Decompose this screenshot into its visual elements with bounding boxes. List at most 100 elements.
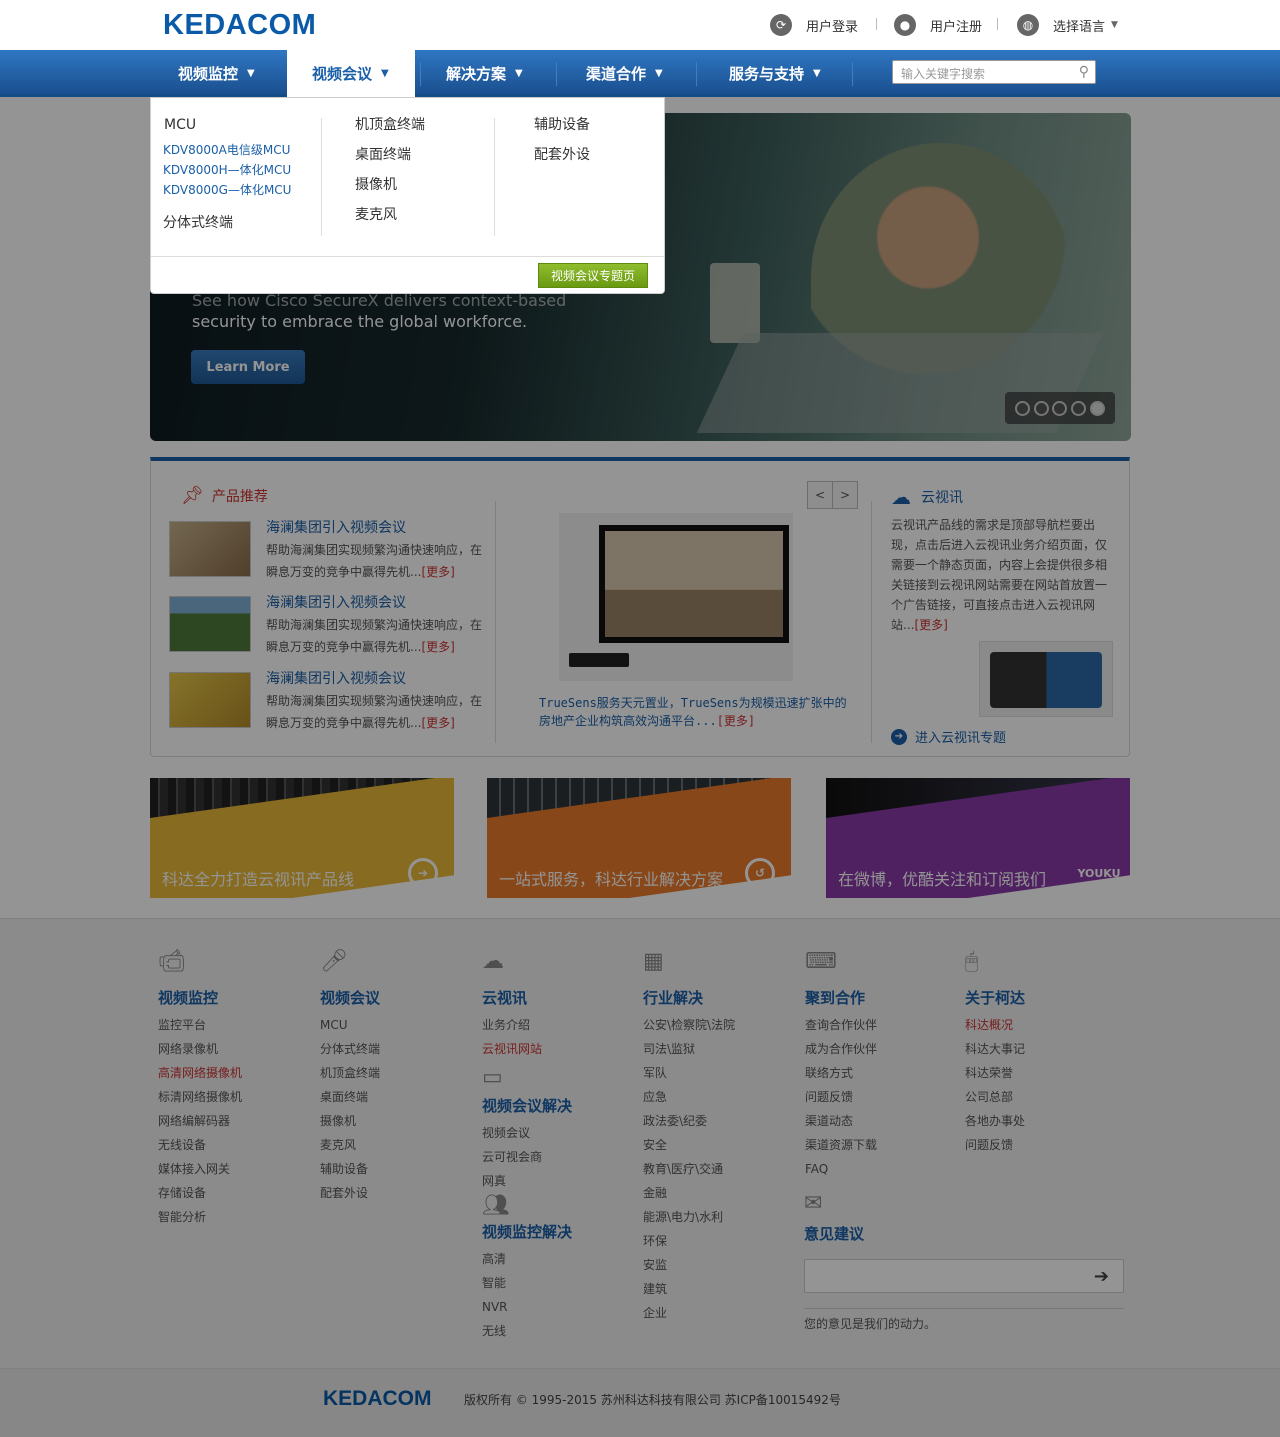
footer-link[interactable]: 网络录像机 xyxy=(158,1037,318,1061)
footer-link[interactable]: NVR xyxy=(482,1295,642,1319)
dropdown-item[interactable]: 分体式终端 xyxy=(163,208,291,238)
feature-caption[interactable]: TrueSens服务天元置业，TrueSens为规模迅速扩张中的房地产企业构筑高… xyxy=(539,694,849,730)
footer-heading[interactable]: 视频监控 xyxy=(158,987,318,1013)
footer-link[interactable]: 问题反馈 xyxy=(805,1085,965,1109)
slide-dot[interactable] xyxy=(1033,400,1049,416)
footer-link[interactable]: 查询合作伙伴 xyxy=(805,1013,965,1037)
nav-support[interactable]: 服务与支持 ▼ xyxy=(729,50,821,97)
dropdown-item[interactable]: 桌面终端 xyxy=(355,140,425,170)
dropdown-item[interactable]: 辅助设备 xyxy=(534,110,590,140)
footer-link[interactable]: 建筑 xyxy=(643,1277,803,1301)
footer-link[interactable]: 公司总部 xyxy=(965,1085,1125,1109)
footer-link[interactable]: 科达概况 xyxy=(965,1013,1125,1037)
more-link[interactable]: [更多] xyxy=(914,618,947,632)
language-select[interactable]: ◍ 选择语言 ▼ xyxy=(1017,14,1118,36)
footer-link[interactable]: 高清 xyxy=(482,1247,642,1271)
footer-link[interactable]: 司法\监狱 xyxy=(643,1037,803,1061)
list-item[interactable]: 海澜集团引入视频会议 帮助海澜集团实现频繁沟通快速响应，在瞬息万变的竞争中赢得先… xyxy=(169,517,482,579)
footer-link[interactable]: 无线设备 xyxy=(158,1133,318,1157)
footer-link[interactable]: 成为合作伙伴 xyxy=(805,1037,965,1061)
footer-link[interactable]: 企业 xyxy=(643,1301,803,1325)
more-link[interactable]: [更多] xyxy=(421,640,454,654)
list-item[interactable]: 海澜集团引入视频会议 帮助海澜集团实现频繁沟通快速响应，在瞬息万变的竞争中赢得先… xyxy=(169,592,482,654)
nav-channel[interactable]: 渠道合作 ▼ xyxy=(586,50,663,97)
search-icon[interactable]: ⚲ xyxy=(1079,64,1089,80)
footer-link[interactable]: 网络编解码器 xyxy=(158,1109,318,1133)
video-conference-topic-button[interactable]: 视频会议专题页 xyxy=(538,263,648,288)
footer-link[interactable]: FAQ xyxy=(805,1157,965,1181)
footer-link[interactable]: 渠道动态 xyxy=(805,1109,965,1133)
feature-image[interactable] xyxy=(559,513,793,681)
footer-heading[interactable]: 视频监控解决 xyxy=(482,1221,642,1247)
footer-link[interactable]: 军队 xyxy=(643,1061,803,1085)
footer-link[interactable]: 环保 xyxy=(643,1229,803,1253)
footer-link[interactable]: 各地办事处 xyxy=(965,1109,1125,1133)
footer-link[interactable]: 无线 xyxy=(482,1319,642,1343)
footer-link[interactable]: 视频会议 xyxy=(482,1121,642,1145)
news-title[interactable]: 海澜集团引入视频会议 xyxy=(266,668,406,688)
search-input[interactable]: 输入关键字搜索 ⚲ xyxy=(892,60,1096,84)
footer-link[interactable]: 教育\医疗\交通 xyxy=(643,1157,803,1181)
footer-link[interactable]: 智能 xyxy=(482,1271,642,1295)
news-title[interactable]: 海澜集团引入视频会议 xyxy=(266,592,406,612)
footer-link[interactable]: 配套外设 xyxy=(320,1181,480,1205)
footer-link[interactable]: 能源\电力\水利 xyxy=(643,1205,803,1229)
footer-link[interactable]: 高清网络摄像机 xyxy=(158,1061,318,1085)
footer-link[interactable]: 桌面终端 xyxy=(320,1085,480,1109)
footer-link[interactable]: 安监 xyxy=(643,1253,803,1277)
login-link[interactable]: ⟳ 用户登录 xyxy=(770,14,858,36)
footer-link[interactable]: 应急 xyxy=(643,1085,803,1109)
slide-dot[interactable] xyxy=(1052,400,1068,416)
footer-heading[interactable]: 视频会议解决 xyxy=(482,1095,642,1121)
arrow-right-icon[interactable]: ➔ xyxy=(1094,1266,1109,1287)
footer-link[interactable]: 科达荣誉 xyxy=(965,1061,1125,1085)
feedback-input[interactable]: ➔ xyxy=(804,1259,1124,1293)
footer-heading[interactable]: 云视讯 xyxy=(482,987,642,1013)
footer-link[interactable]: 云可视会商 xyxy=(482,1145,642,1169)
footer-link[interactable]: 监控平台 xyxy=(158,1013,318,1037)
list-item[interactable]: 海澜集团引入视频会议 帮助海澜集团实现频繁沟通快速响应，在瞬息万变的竞争中赢得先… xyxy=(169,668,482,730)
footer-link[interactable]: 标清网络摄像机 xyxy=(158,1085,318,1109)
footer-link[interactable]: 问题反馈 xyxy=(965,1133,1125,1157)
dropdown-subitem[interactable]: KDV8000A电信级MCU xyxy=(163,140,291,160)
footer-link[interactable]: 摄像机 xyxy=(320,1109,480,1133)
cloud-topic-link[interactable]: ➔ 进入云视讯专题 xyxy=(891,727,1006,746)
slide-dot-active[interactable] xyxy=(1090,400,1106,416)
nav-video-conference[interactable]: 视频会议 ▼ xyxy=(287,50,415,97)
dropdown-item[interactable]: 机顶盒终端 xyxy=(355,110,425,140)
dropdown-subitem[interactable]: KDV8000H—体化MCU xyxy=(163,160,291,180)
footer-link[interactable]: 政法委\纪委 xyxy=(643,1109,803,1133)
footer-heading[interactable]: 关于柯达 xyxy=(965,987,1125,1013)
footer-link[interactable]: 媒体接入网关 xyxy=(158,1157,318,1181)
nav-video-surveillance[interactable]: 视频监控 ▼ xyxy=(178,50,255,97)
slide-dot[interactable] xyxy=(1071,400,1087,416)
footer-link[interactable]: 云视讯网站 xyxy=(482,1037,642,1061)
logo[interactable]: KEDACOM xyxy=(163,9,316,42)
news-thumbnail[interactable] xyxy=(169,672,251,728)
dropdown-item[interactable]: 配套外设 xyxy=(534,140,590,170)
prev-button[interactable]: < xyxy=(807,481,833,509)
dropdown-item-mcu[interactable]: MCU xyxy=(164,110,291,140)
cloud-image[interactable] xyxy=(979,641,1113,717)
footer-link[interactable]: 智能分析 xyxy=(158,1205,318,1229)
news-title[interactable]: 海澜集团引入视频会议 xyxy=(266,517,406,537)
news-thumbnail[interactable] xyxy=(169,521,251,577)
more-link[interactable]: [更多] xyxy=(421,565,454,579)
footer-link[interactable]: 麦克风 xyxy=(320,1133,480,1157)
footer-link[interactable]: 业务介绍 xyxy=(482,1013,642,1037)
news-thumbnail[interactable] xyxy=(169,596,251,652)
footer-logo[interactable]: KEDACOM xyxy=(323,1387,432,1411)
footer-heading[interactable]: 聚到合作 xyxy=(805,987,965,1013)
promo-tile-social[interactable]: 在微博，优酷关注和订阅我们 YOUKU xyxy=(826,778,1130,898)
dropdown-item[interactable]: 摄像机 xyxy=(355,170,425,200)
footer-link[interactable]: 分体式终端 xyxy=(320,1037,480,1061)
footer-link[interactable]: 网真 xyxy=(482,1169,642,1193)
footer-link[interactable]: 金融 xyxy=(643,1181,803,1205)
footer-heading[interactable]: 视频会议 xyxy=(320,987,480,1013)
footer-heading[interactable]: 行业解决 xyxy=(643,987,803,1013)
dropdown-subitem[interactable]: KDV8000G—体化MCU xyxy=(163,180,291,200)
learn-more-button[interactable]: Learn More xyxy=(191,350,305,384)
footer-link[interactable]: 辅助设备 xyxy=(320,1157,480,1181)
footer-link[interactable]: 公安\检察院\法院 xyxy=(643,1013,803,1037)
footer-link[interactable]: 科达大事记 xyxy=(965,1037,1125,1061)
